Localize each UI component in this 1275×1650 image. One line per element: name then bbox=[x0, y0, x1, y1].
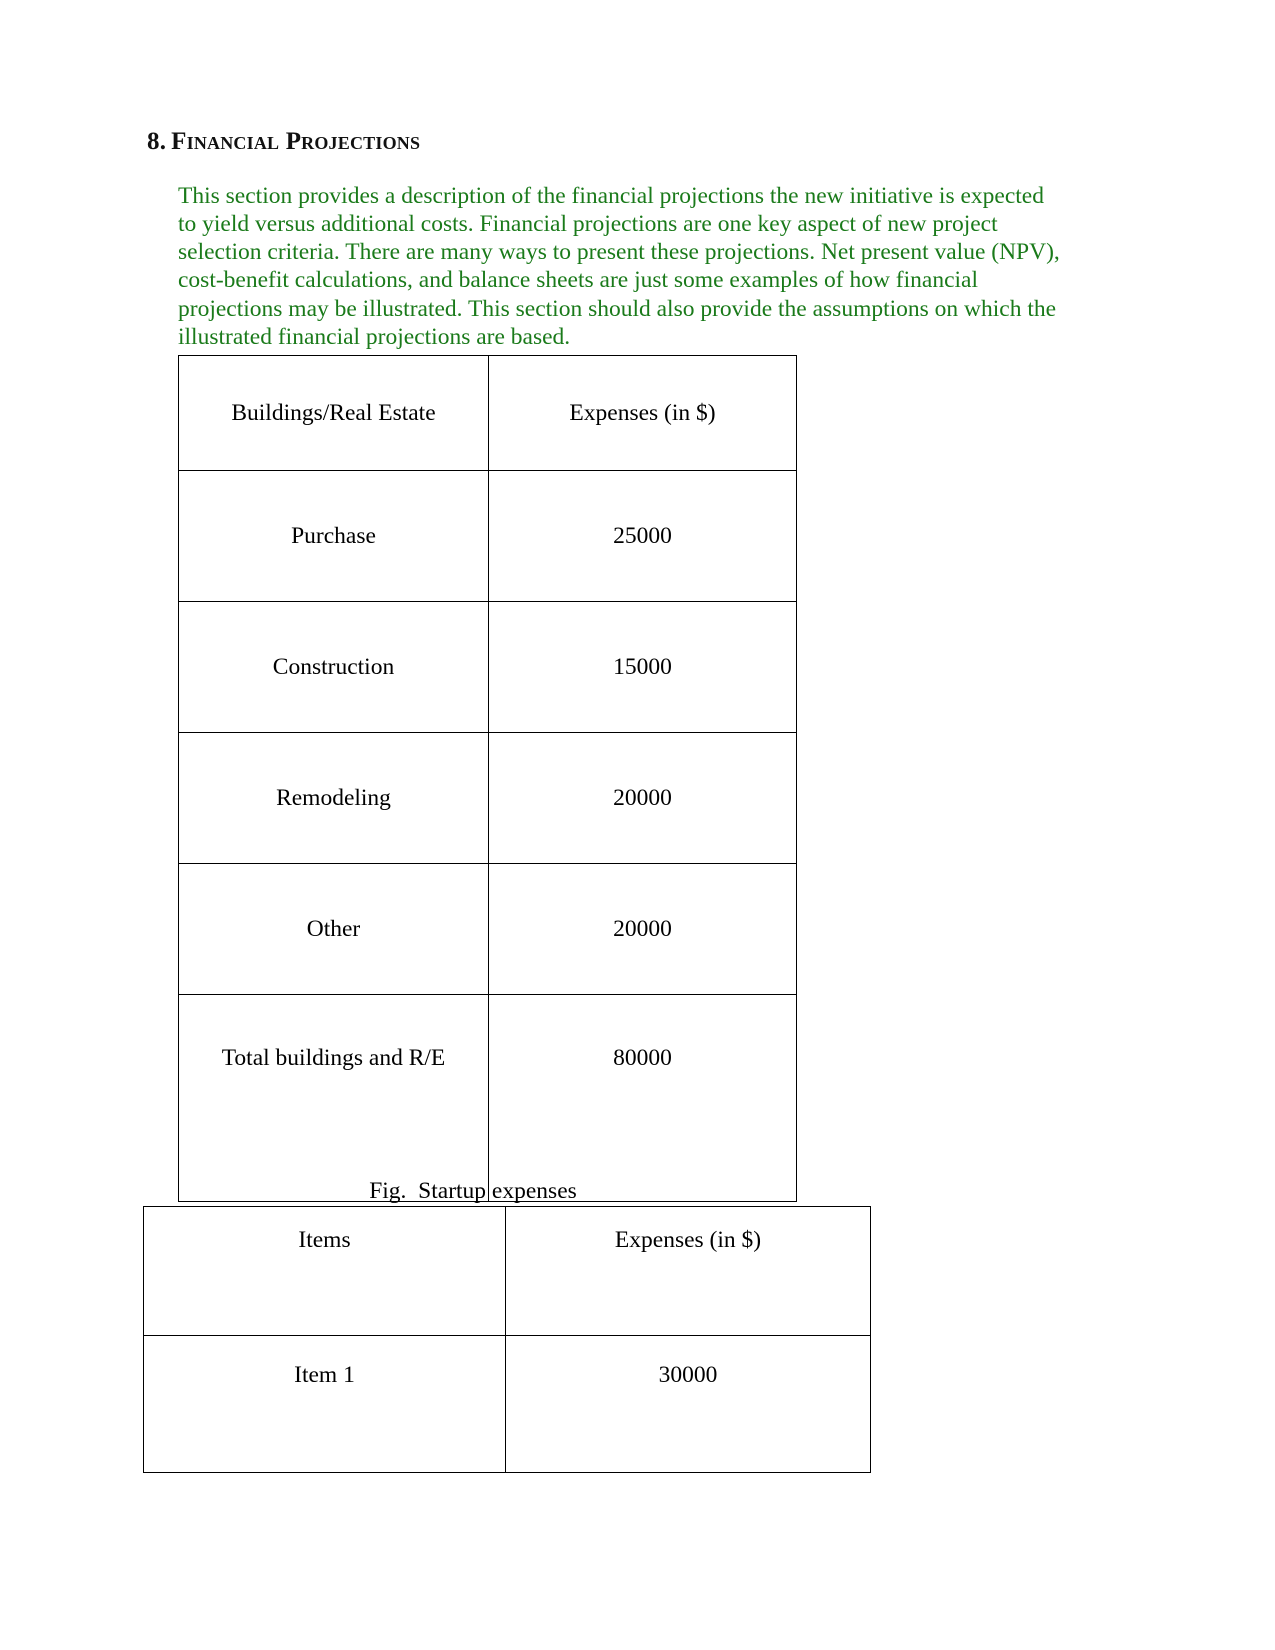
row-label: Other bbox=[178, 863, 489, 995]
column-header-items: Items bbox=[143, 1206, 506, 1336]
row-value: 20000 bbox=[488, 863, 797, 995]
table-header-row: Items Expenses (in $) bbox=[143, 1206, 871, 1336]
row-value: 80000 bbox=[488, 994, 797, 1202]
table-row: Construction 15000 bbox=[178, 601, 797, 733]
row-label: Remodeling bbox=[178, 732, 489, 864]
table-items-expenses: Items Expenses (in $) Item 1 30000 bbox=[143, 1206, 871, 1473]
row-label: Item 1 bbox=[143, 1335, 506, 1473]
row-value: 30000 bbox=[505, 1335, 871, 1473]
table-row: Remodeling 20000 bbox=[178, 732, 797, 864]
table-startup-expenses: Buildings/Real Estate Expenses (in $) Pu… bbox=[178, 355, 797, 1202]
row-value: 15000 bbox=[488, 601, 797, 733]
table-row: Item 1 30000 bbox=[143, 1335, 871, 1473]
row-value: 20000 bbox=[488, 732, 797, 864]
row-label: Construction bbox=[178, 601, 489, 733]
row-label: Purchase bbox=[178, 470, 489, 602]
document-page: 8. Financial Projections This section pro… bbox=[0, 0, 1275, 1650]
table-header-row: Buildings/Real Estate Expenses (in $) bbox=[178, 355, 797, 471]
section-body-paragraph: This section provides a description of t… bbox=[178, 182, 1060, 350]
table-row: Purchase 25000 bbox=[178, 470, 797, 602]
column-header-expenses: Expenses (in $) bbox=[505, 1206, 871, 1336]
column-header-expenses: Expenses (in $) bbox=[488, 355, 797, 471]
page-title: 8. Financial Projections bbox=[147, 128, 420, 156]
table-row: Other 20000 bbox=[178, 863, 797, 995]
table-total-row: Total buildings and R/E 80000 bbox=[178, 994, 797, 1202]
figure-caption: Fig. Startup expenses bbox=[369, 1178, 577, 1204]
row-label: Total buildings and R/E bbox=[178, 994, 489, 1202]
row-value: 25000 bbox=[488, 470, 797, 602]
section-number: 8. bbox=[147, 128, 167, 155]
section-title: Financial Projections bbox=[171, 128, 421, 155]
column-header-category: Buildings/Real Estate bbox=[178, 355, 489, 471]
